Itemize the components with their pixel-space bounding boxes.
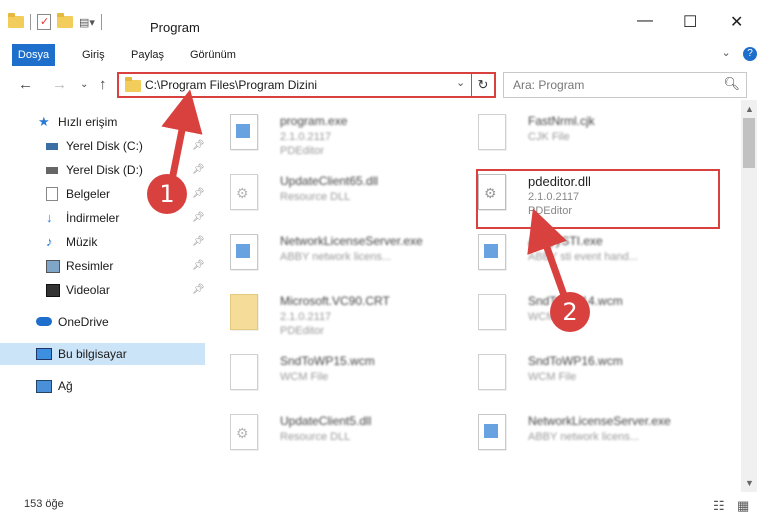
arrow-2 <box>527 208 569 300</box>
callout-badge-2: 2 <box>550 292 590 332</box>
callout-badge-1: 1 <box>147 174 187 214</box>
arrow-1 <box>161 89 203 181</box>
annotation-arrows <box>161 89 569 300</box>
